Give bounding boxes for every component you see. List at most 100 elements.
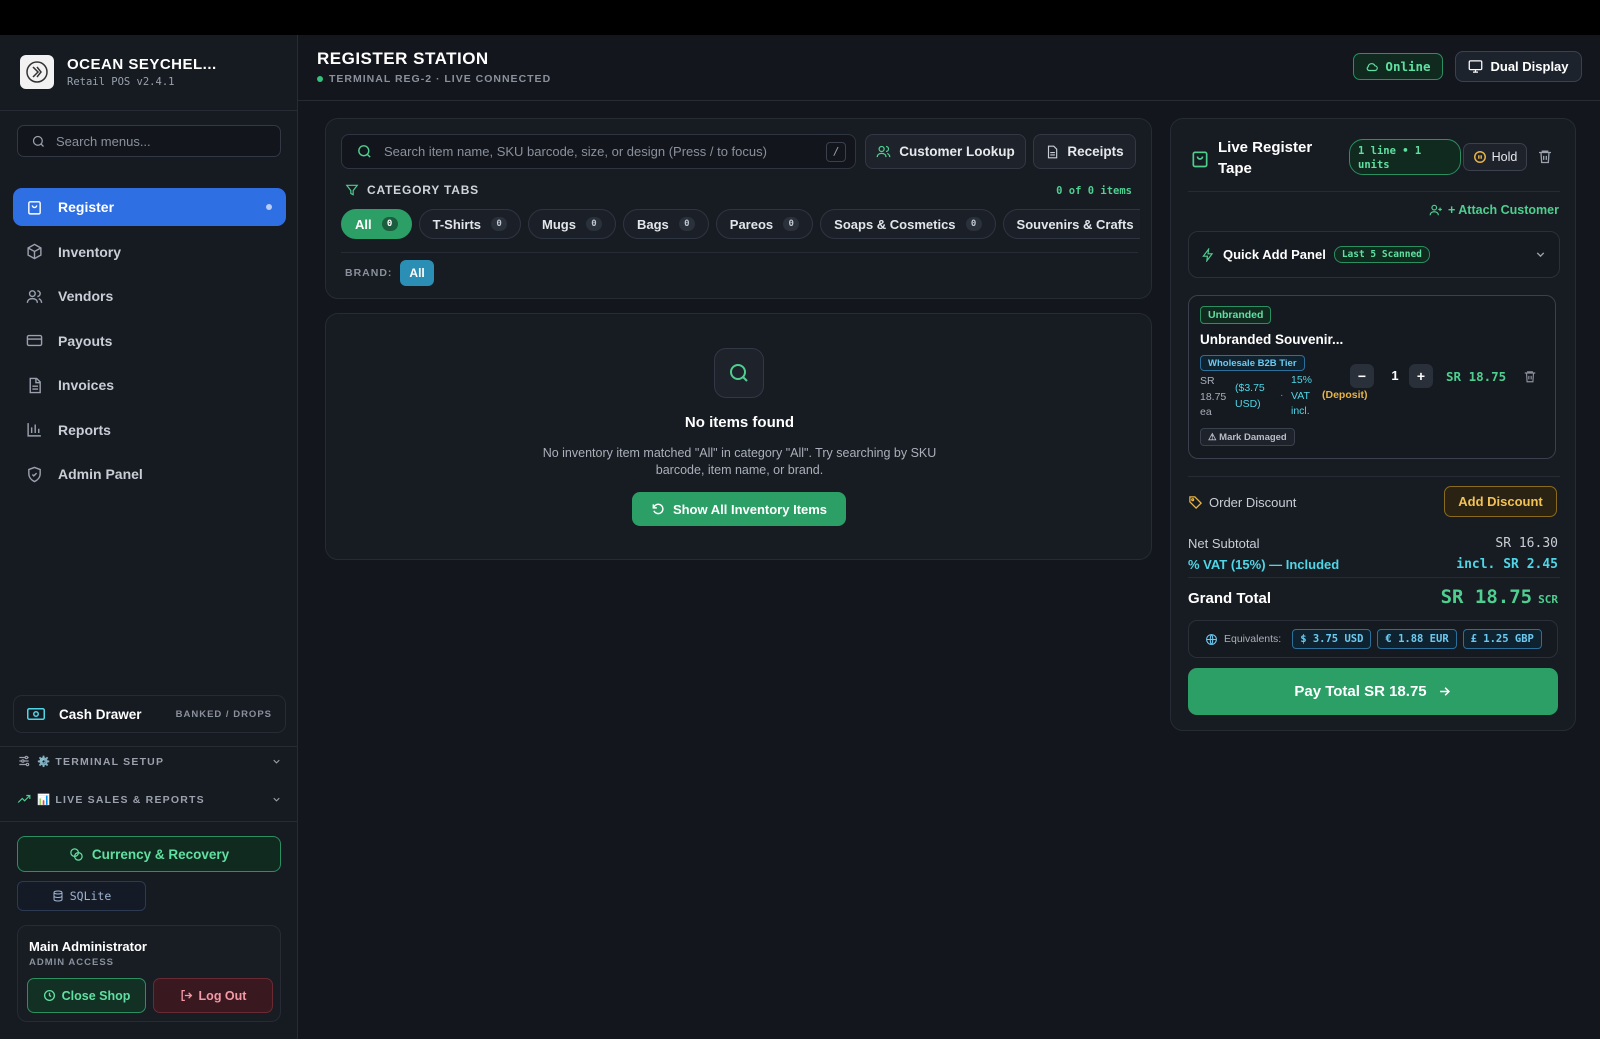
vat-value: incl. SR 2.45 bbox=[1456, 557, 1558, 572]
grand-total-label: Grand Total bbox=[1188, 590, 1272, 607]
sidebar-item-register[interactable]: Register bbox=[13, 188, 286, 226]
decrease-qty-button[interactable]: − bbox=[1350, 364, 1374, 388]
item-search-panel: / Customer Lookup Receipts CATEGORY TABS… bbox=[325, 118, 1152, 299]
tab-t-shirts[interactable]: T-Shirts 0 bbox=[418, 209, 522, 239]
dual-display-button[interactable]: Dual Display bbox=[1455, 51, 1582, 82]
chevron-down-icon bbox=[271, 756, 282, 767]
top-black-bar bbox=[0, 0, 1600, 35]
mark-damaged-button[interactable]: ⚠ Mark Damaged bbox=[1200, 428, 1295, 446]
close-shop-label: Close Shop bbox=[61, 988, 131, 1003]
unit-price-usd: ($3.75 USD) bbox=[1235, 382, 1265, 410]
logout-icon bbox=[180, 989, 193, 1002]
currency-equivalents: Equivalents: $ 3.75 USD € 1.88 EUR £ 1.2… bbox=[1188, 620, 1558, 658]
chevron-down-icon bbox=[271, 794, 282, 805]
sidebar-item-payouts[interactable]: Payouts bbox=[13, 322, 286, 360]
quantity-value: 1 bbox=[1391, 368, 1399, 383]
filter-icon bbox=[345, 183, 359, 197]
active-indicator bbox=[266, 204, 272, 210]
online-status-badge[interactable]: Online bbox=[1353, 53, 1443, 80]
cash-drawer-button[interactable]: Cash Drawer BANKED / DROPS bbox=[13, 695, 286, 733]
grand-total-amount: SR 18.75 bbox=[1440, 586, 1533, 608]
cash-drawer-tag: BANKED / DROPS bbox=[175, 708, 272, 720]
cloud-icon bbox=[1365, 60, 1379, 74]
close-shop-button[interactable]: Close Shop bbox=[27, 978, 146, 1013]
item-search-input[interactable] bbox=[384, 144, 789, 159]
vat-label: % VAT (15%) — Included bbox=[1188, 557, 1340, 572]
net-subtotal-row: Net Subtotal SR 16.30 bbox=[1188, 536, 1558, 551]
trending-up-icon bbox=[17, 792, 31, 806]
tab-pareos[interactable]: Pareos 0 bbox=[715, 209, 814, 239]
quick-add-panel-toggle[interactable]: Quick Add Panel Last 5 Scanned bbox=[1188, 231, 1560, 278]
database-label: SQLite bbox=[69, 889, 112, 903]
sidebar-item-label: Register bbox=[58, 199, 115, 215]
tab-soaps-cosmetics[interactable]: Soaps & Cosmetics 0 bbox=[820, 209, 996, 239]
pay-total-button[interactable]: Pay Total SR 18.75 bbox=[1188, 668, 1558, 715]
search-icon bbox=[714, 348, 764, 398]
sidebar-item-invoices[interactable]: Invoices bbox=[13, 366, 286, 404]
user-plus-icon bbox=[1429, 203, 1443, 217]
item-search[interactable]: / bbox=[341, 134, 856, 169]
divider bbox=[341, 252, 1138, 253]
shield-icon bbox=[26, 466, 43, 483]
card-icon bbox=[26, 332, 43, 349]
tab-count: 0 bbox=[783, 217, 800, 231]
item-name: Unbranded Souvenir... bbox=[1200, 332, 1344, 347]
terminal-status: TERMINAL REG-2 · LIVE CONNECTED bbox=[317, 73, 551, 85]
attach-customer-label: + Attach Customer bbox=[1447, 203, 1559, 217]
currency-recovery-button[interactable]: Currency & Recovery bbox=[17, 836, 281, 872]
dual-display-label: Dual Display bbox=[1490, 59, 1569, 74]
grand-total-currency: SCR bbox=[1538, 593, 1558, 606]
online-label: Online bbox=[1385, 59, 1431, 74]
box-icon bbox=[26, 243, 43, 260]
terminal-setup-toggle[interactable]: ⚙️ TERMINAL SETUP bbox=[17, 751, 282, 771]
tab-count: 0 bbox=[585, 217, 602, 231]
hold-button[interactable]: Hold bbox=[1463, 143, 1527, 171]
unit-price: SR 18.75 ea bbox=[1200, 375, 1227, 418]
menu-search[interactable] bbox=[17, 125, 281, 157]
equivalent-eur: € 1.88 EUR bbox=[1377, 629, 1457, 649]
live-sales-toggle[interactable]: 📊 LIVE SALES & REPORTS bbox=[17, 789, 282, 809]
empty-results-panel: No items found No inventory item matched… bbox=[325, 313, 1152, 560]
receipts-label: Receipts bbox=[1067, 144, 1124, 159]
lightning-icon bbox=[1201, 247, 1215, 262]
user-role: ADMIN ACCESS bbox=[29, 957, 115, 968]
tab-souvenirs-crafts[interactable]: Souvenirs & Crafts bbox=[1002, 209, 1140, 239]
tab-label: Soaps & Cosmetics bbox=[834, 216, 956, 232]
sidebar-item-admin-panel[interactable]: Admin Panel bbox=[13, 455, 286, 493]
equivalent-gbp: £ 1.25 GBP bbox=[1462, 629, 1542, 649]
brand-filter-label: BRAND: bbox=[345, 267, 393, 279]
tab-bags[interactable]: Bags 0 bbox=[622, 209, 709, 239]
add-discount-button[interactable]: Add Discount bbox=[1444, 486, 1557, 517]
users-icon bbox=[26, 288, 43, 305]
sidebar-item-reports[interactable]: Reports bbox=[13, 411, 286, 449]
tab-label: Bags bbox=[636, 216, 669, 232]
category-header-label: CATEGORY TABS bbox=[367, 183, 479, 197]
hold-label: Hold bbox=[1491, 150, 1518, 164]
brand-filter: BRAND: All bbox=[345, 260, 434, 286]
sidebar-item-label: Admin Panel bbox=[58, 466, 143, 482]
increase-qty-button[interactable]: + bbox=[1409, 364, 1433, 388]
tab-count: 0 bbox=[965, 217, 982, 231]
category-tabs: All 0 T-Shirts 0 Mugs 0 Bags 0 Pareos 0 Soaps… bbox=[341, 209, 1140, 239]
user-card: Main Administrator ADMIN ACCESS Close Sh… bbox=[17, 925, 281, 1022]
user-name: Main Administrator bbox=[29, 939, 147, 954]
customer-lookup-button[interactable]: Customer Lookup bbox=[865, 134, 1026, 169]
attach-customer-link[interactable]: + Attach Customer bbox=[1429, 203, 1559, 217]
chevron-down-icon bbox=[1534, 248, 1547, 261]
log-out-button[interactable]: Log Out bbox=[153, 978, 273, 1013]
receipts-button[interactable]: Receipts bbox=[1033, 134, 1136, 169]
clear-tape-trash-icon[interactable] bbox=[1537, 148, 1553, 165]
sidebar-item-inventory[interactable]: Inventory bbox=[13, 233, 286, 271]
cash-icon bbox=[27, 707, 45, 721]
vat-note: 15% VAT incl. bbox=[1291, 374, 1313, 417]
sidebar-item-vendors[interactable]: Vendors bbox=[13, 277, 286, 315]
register-bag-icon bbox=[26, 199, 43, 216]
tab-mugs[interactable]: Mugs 0 bbox=[528, 209, 616, 239]
brand-chip-all[interactable]: All bbox=[400, 260, 434, 286]
menu-search-input[interactable] bbox=[56, 133, 256, 149]
show-all-inventory-button[interactable]: Show All Inventory Items bbox=[632, 492, 846, 526]
tab-all[interactable]: All 0 bbox=[341, 209, 412, 239]
remove-item-trash-icon[interactable] bbox=[1523, 369, 1537, 384]
price-tier-badge: Wholesale B2B Tier bbox=[1200, 355, 1305, 371]
sidebar-item-label: Reports bbox=[58, 421, 111, 438]
